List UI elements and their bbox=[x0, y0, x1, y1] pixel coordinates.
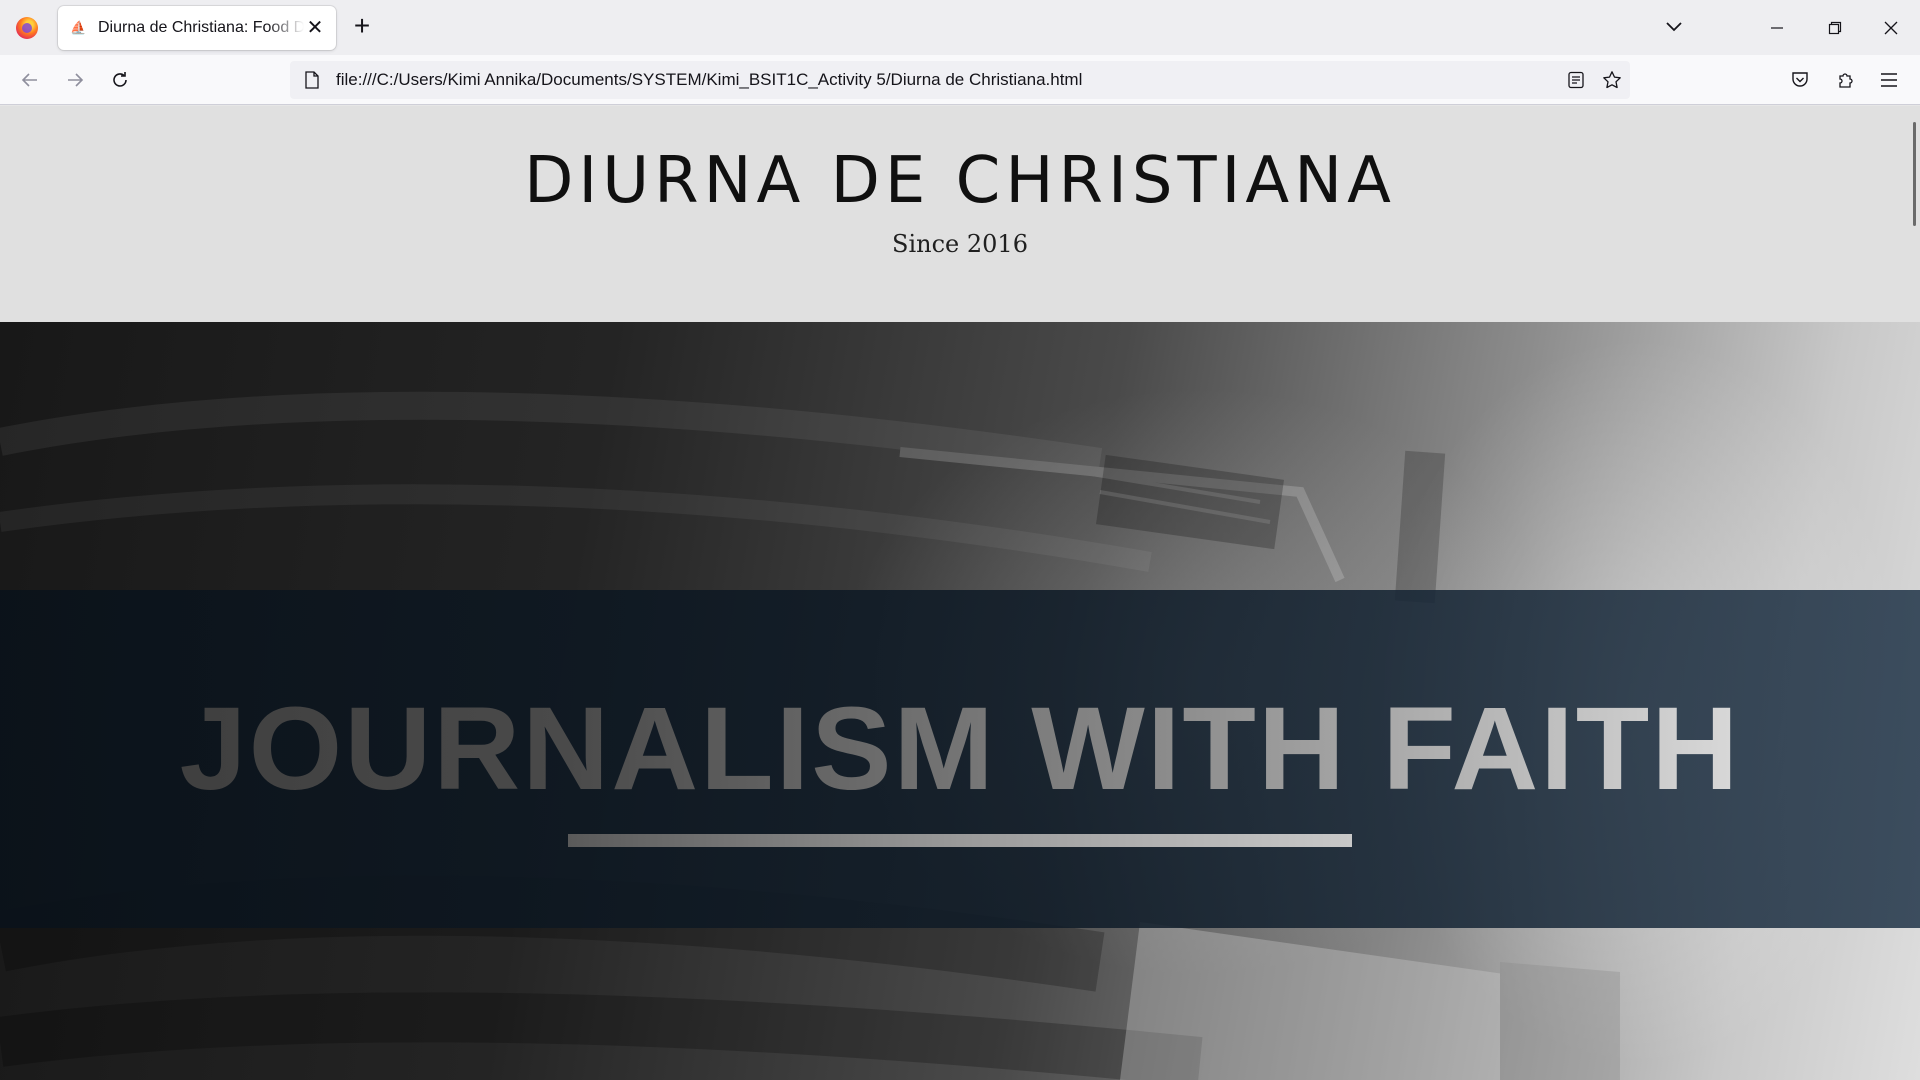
plus-icon[interactable]: + bbox=[348, 12, 376, 41]
chevron-down-icon[interactable] bbox=[1662, 14, 1686, 38]
extensions-icon[interactable] bbox=[1830, 64, 1862, 96]
close-icon[interactable] bbox=[1862, 0, 1920, 55]
restore-icon[interactable] bbox=[1806, 0, 1864, 55]
arrow-left-icon[interactable] bbox=[14, 64, 46, 96]
hero-headline: JOURNALISM WITH FAITH bbox=[0, 690, 1920, 808]
menu-icon[interactable] bbox=[1873, 64, 1905, 96]
hero-section: JOURNALISM WITH FAITH bbox=[0, 322, 1920, 1080]
tab-title: Diurna de Christiana: Food Deli bbox=[98, 19, 304, 36]
tab-active[interactable]: ⛵ Diurna de Christiana: Food Deli ✕ bbox=[58, 6, 336, 50]
address-bar[interactable]: file:///C:/Users/Kimi Annika/Documents/S… bbox=[290, 61, 1630, 99]
arrow-right-icon[interactable] bbox=[59, 64, 91, 96]
site-subtitle: Since 2016 bbox=[892, 230, 1028, 258]
navigation-toolbar: file:///C:/Users/Kimi Annika/Documents/S… bbox=[0, 55, 1920, 105]
page-icon[interactable] bbox=[294, 61, 330, 99]
site-header: DIURNA DE CHRISTIANA Since 2016 bbox=[0, 106, 1920, 322]
firefox-logo-icon bbox=[0, 0, 54, 55]
bookmark-star-icon[interactable] bbox=[1596, 64, 1628, 96]
minimize-icon[interactable] bbox=[1748, 0, 1806, 55]
url-text[interactable]: file:///C:/Users/Kimi Annika/Documents/S… bbox=[336, 70, 1082, 90]
reader-view-icon[interactable] bbox=[1560, 64, 1592, 96]
headline-underline bbox=[568, 834, 1352, 847]
hero-banner: JOURNALISM WITH FAITH bbox=[0, 590, 1920, 928]
document-favicon-icon: ⛵ bbox=[70, 20, 87, 35]
reload-icon[interactable] bbox=[104, 64, 136, 96]
pocket-icon[interactable] bbox=[1784, 64, 1816, 96]
page-viewport: DIURNA DE CHRISTIANA Since 2016 JOURNALI… bbox=[0, 106, 1920, 1080]
site-title: DIURNA DE CHRISTIANA bbox=[524, 144, 1396, 218]
close-icon[interactable]: ✕ bbox=[304, 17, 326, 39]
tab-strip: ⛵ Diurna de Christiana: Food Deli ✕ + bbox=[0, 0, 1920, 55]
scrollbar-thumb[interactable] bbox=[1913, 122, 1916, 226]
